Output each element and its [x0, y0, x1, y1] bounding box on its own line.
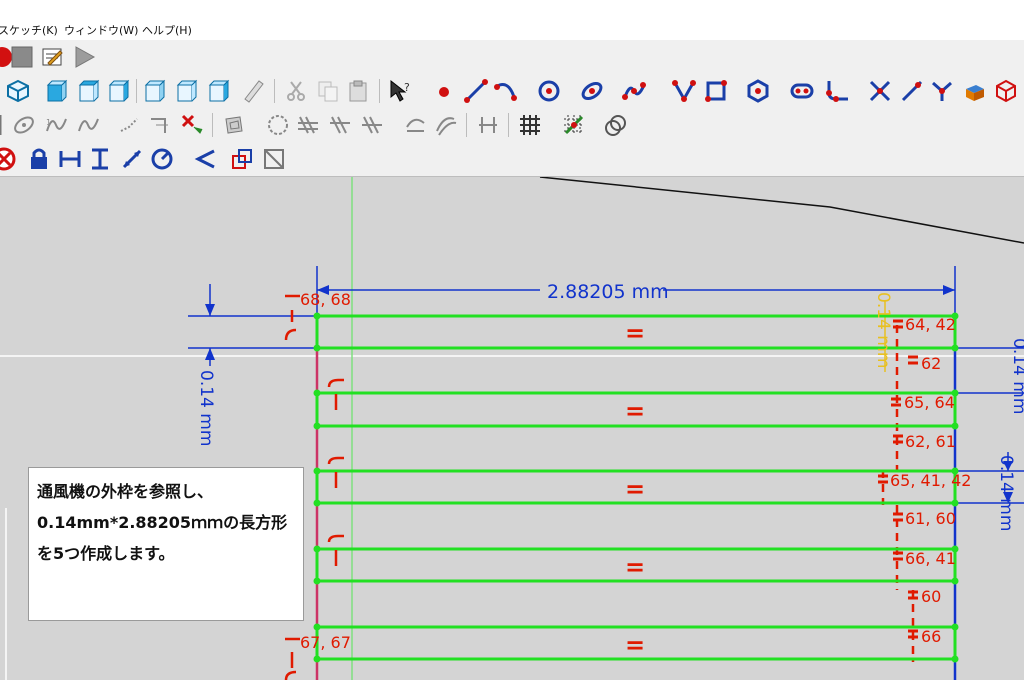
constraint-label[interactable]: 66 [921, 627, 941, 646]
horizontal-distance-icon[interactable] [58, 147, 82, 171]
constraint-label[interactable]: 66, 41 [905, 549, 956, 568]
sketch-polyline-icon[interactable] [672, 79, 696, 103]
sketch-rectangle-icon[interactable] [704, 79, 728, 103]
sketch-offset-icon[interactable] [222, 113, 246, 137]
edit-macro-icon[interactable] [40, 45, 64, 69]
vertical-distance-icon[interactable] [88, 147, 112, 171]
bspline-weight-icon[interactable] [148, 113, 172, 137]
constraint-label[interactable]: 65, 41, 42 [890, 471, 971, 490]
width-dimension-label[interactable]: 2.88205 mm [547, 281, 669, 303]
constraint-label[interactable]: 60 [921, 587, 941, 606]
measure-icon[interactable] [241, 79, 265, 103]
sketch-fillet-icon[interactable] [826, 79, 850, 103]
bspline-degree-icon[interactable] [12, 113, 36, 137]
sketch-mirror-icon[interactable] [296, 113, 320, 137]
menu-help[interactable]: ヘルプ(H) [142, 22, 192, 38]
height-dimension-label-top-right[interactable]: 0.14 mm [873, 292, 893, 368]
equal-constraint-4[interactable]: = [625, 553, 645, 581]
constraint-label[interactable]: 67, 67 [300, 633, 351, 652]
svg-text:?: ? [404, 81, 410, 94]
view-rear-icon[interactable] [142, 79, 166, 103]
constraint-label[interactable]: 65, 64 [904, 393, 955, 412]
menu-sketch[interactable]: スケッチ(K) [0, 22, 58, 38]
whats-this-icon[interactable]: ? [388, 79, 412, 103]
sketch-conic-icon[interactable] [580, 79, 604, 103]
sketch-scale-icon[interactable] [266, 113, 290, 137]
radius-constraint-icon[interactable] [150, 147, 174, 171]
angle-constraint-icon[interactable] [194, 147, 218, 171]
view-top-icon[interactable] [76, 79, 100, 103]
bspline-knot-icon[interactable] [118, 113, 142, 137]
constraint-label[interactable]: 61, 60 [905, 509, 956, 528]
sketch-line-icon[interactable] [464, 79, 488, 103]
sketch-symmetry-icon[interactable] [476, 113, 500, 137]
height-dimension-label-right-upper[interactable]: 0.14 mm [1009, 338, 1024, 414]
sketch-array-icon[interactable] [434, 113, 458, 137]
sketch-clone-icon[interactable] [328, 113, 352, 137]
menu-window[interactable]: ウィンドウ(W) [64, 22, 138, 38]
sketch-polygon-icon[interactable] [746, 79, 770, 103]
sketch-arc-icon[interactable] [494, 79, 518, 103]
equal-constraint-5[interactable]: = [625, 631, 645, 659]
paste-icon[interactable] [346, 79, 370, 103]
macro-toolbar [0, 40, 1024, 75]
sketch-external-icon[interactable] [962, 79, 986, 103]
view-isometric-icon[interactable] [6, 79, 30, 103]
sketch-split-icon[interactable] [930, 79, 954, 103]
constraints-toolbar [0, 142, 1024, 177]
cut-icon[interactable] [284, 79, 308, 103]
copy-icon[interactable] [316, 79, 340, 103]
sketch-circle-icon[interactable] [537, 79, 561, 103]
sketch-extend-icon[interactable] [900, 79, 924, 103]
external-edge-curve [539, 177, 1024, 244]
grid-toggle-icon[interactable] [518, 113, 542, 137]
svg-text:1: 1 [46, 118, 51, 127]
sketch-trim-icon[interactable] [868, 79, 892, 103]
view-sketch-toolbar: ? [0, 74, 1024, 109]
equal-constraint-1[interactable]: = [625, 319, 645, 347]
distance-constraint-icon[interactable] [120, 147, 144, 171]
view-front-icon[interactable] [44, 79, 68, 103]
height-dimension-label[interactable]: 0.14 mm [196, 370, 216, 446]
sketch-slot-icon[interactable] [790, 79, 814, 103]
lock-constraint-icon[interactable] [27, 147, 51, 171]
constraint-label[interactable]: 62, 61 [905, 432, 956, 451]
view-bottom-icon[interactable] [174, 79, 198, 103]
constraint-label[interactable]: 64, 42 [905, 315, 956, 334]
delete-all-geometry-icon[interactable] [180, 113, 204, 137]
bspline-polygon-icon[interactable]: 1 [44, 113, 68, 137]
delete-constraints-icon[interactable] [0, 147, 16, 171]
equal-constraint-2[interactable]: = [625, 397, 645, 425]
sketch-bspline-icon[interactable] [622, 79, 646, 103]
menu-bar: スケッチ(K) ウィンドウ(W) ヘルプ(H) [0, 0, 1024, 40]
stop-macro-icon[interactable] [10, 45, 34, 69]
constraint-label[interactable]: 68, 68 [300, 290, 351, 309]
sketch-point-icon[interactable] [432, 79, 456, 103]
sketch-copy-icon[interactable] [360, 113, 384, 137]
view-left-icon[interactable] [206, 79, 230, 103]
execute-macro-icon[interactable] [72, 45, 96, 69]
equal-constraint-3[interactable]: = [625, 475, 645, 503]
sketch-move-icon[interactable] [404, 113, 428, 137]
view-right-icon[interactable] [106, 79, 130, 103]
toggle-active-constraint-icon[interactable] [262, 147, 286, 171]
bspline-comb-icon[interactable] [76, 113, 100, 137]
instruction-note: 通風機の外枠を参照し、0.14mm*2.88205ｍｍの長方形を5つ作成します。 [28, 467, 304, 621]
height-dimension-label-right-middle[interactable]: 0.14 mm [996, 455, 1016, 531]
sketch-carbon-copy-icon[interactable] [994, 79, 1018, 103]
toggle-driving-constraint-icon[interactable] [230, 147, 254, 171]
snap-toggle-icon[interactable] [562, 113, 586, 137]
sketch-tools-toolbar: 1 [0, 108, 1024, 143]
rendering-order-icon[interactable] [604, 113, 628, 137]
constraint-label[interactable]: 62 [921, 354, 941, 373]
